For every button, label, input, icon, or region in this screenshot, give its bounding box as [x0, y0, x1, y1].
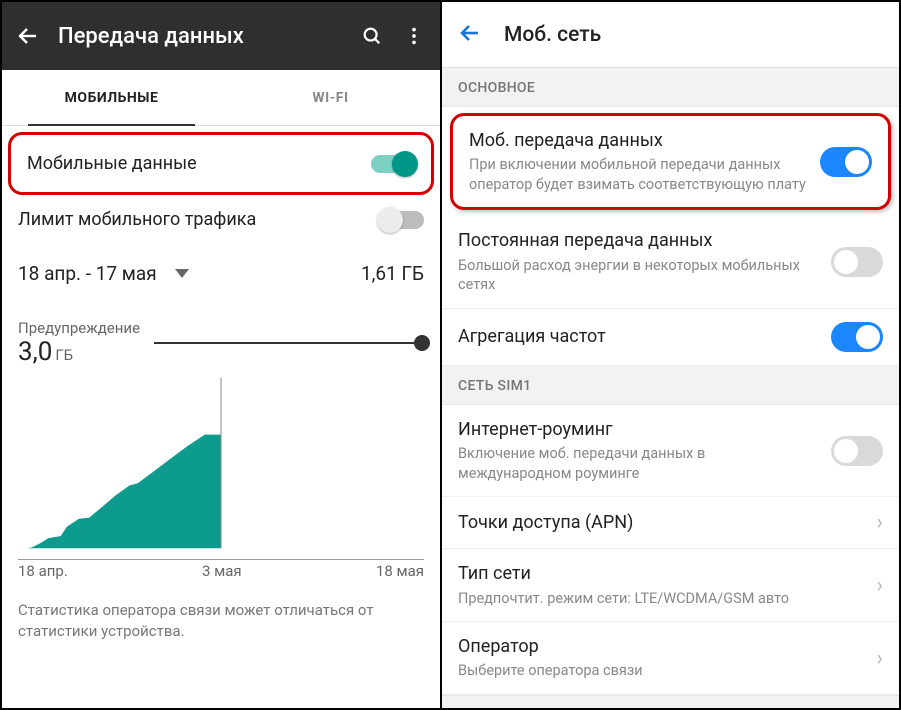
warning-value: 3,0ГБ [18, 337, 73, 367]
roaming-title: Интернет-роуминг [458, 418, 821, 442]
tab-mobile[interactable]: МОБИЛЬНЫЕ [2, 70, 221, 125]
chevron-right-icon: › [876, 510, 883, 535]
apn-title: Точки доступа (APN) [458, 511, 866, 535]
x-tick-end: 18 мая [376, 562, 424, 580]
app-bar-title: Передача данных [58, 24, 342, 49]
carrier-stats-note: Статистика оператора связи может отличат… [2, 590, 440, 656]
section-sim2-label: СЕТЬ SIM2 [442, 695, 899, 708]
warning-label: Предупреждение [18, 319, 140, 337]
warning-threshold-row[interactable]: Предупреждение 3,0ГБ [18, 305, 424, 369]
mobile-data-title: Моб. передача данных [469, 129, 810, 153]
roaming-toggle[interactable] [831, 436, 883, 466]
data-limit-label: Лимит мобильного трафика [18, 209, 380, 230]
back-arrow-icon[interactable] [458, 21, 482, 49]
mobile-data-sub: При включении мобильной передачи данных … [469, 155, 810, 194]
mobile-data-label: Мобильные данные [27, 153, 371, 174]
chart-x-axis: 18 апр. 3 мая 18 мая [18, 559, 424, 590]
x-tick-mid: 3 мая [202, 562, 242, 580]
highlight-mobile-data: Мобильные данные [8, 132, 434, 195]
row-period[interactable]: 18 апр. - 17 мая 1,61 ГБ [2, 248, 440, 301]
warning-value-number: 3,0 [18, 337, 52, 367]
nettype-sub: Предпочтит. режим сети: LTE/WCDMA/GSM ав… [458, 589, 866, 609]
left-screen: Передача данных МОБИЛЬНЫЕ WI-FI Мобильны… [2, 2, 442, 708]
operator-sub: Выберите оператора связи [458, 661, 866, 681]
usage-chart: Предупреждение 3,0ГБ 18 апр. 3 мая 18 ма… [2, 301, 440, 590]
usage-area-chart [18, 369, 424, 559]
carrier-agg-toggle[interactable] [831, 322, 883, 352]
x-tick-start: 18 апр. [18, 562, 68, 580]
row-carrier-aggregation[interactable]: Агрегация частот [442, 309, 899, 366]
warning-slider-track[interactable] [154, 342, 424, 344]
warning-value-unit: ГБ [55, 346, 73, 364]
row-network-type[interactable]: Тип сети Предпочтит. режим сети: LTE/WCD… [442, 549, 899, 622]
period-range: 18 апр. - 17 мая [18, 262, 157, 285]
row-operator[interactable]: Оператор Выберите оператора связи › [442, 622, 899, 695]
data-limit-toggle[interactable] [380, 211, 424, 229]
dropdown-icon [175, 269, 189, 278]
row-mobile-data[interactable]: Моб. передача данных При включении мобил… [453, 116, 888, 207]
tabs: МОБИЛЬНЫЕ WI-FI [2, 70, 440, 126]
search-icon[interactable] [360, 24, 384, 48]
overflow-menu-icon[interactable] [402, 24, 426, 48]
app-bar-title: Моб. сеть [504, 23, 601, 47]
carrier-agg-title: Агрегация частот [458, 325, 821, 349]
row-always-on-data[interactable]: Постоянная передача данных Большой расхо… [442, 216, 899, 308]
always-on-toggle[interactable] [831, 247, 883, 277]
row-apn[interactable]: Точки доступа (APN) › [442, 497, 899, 549]
roaming-sub: Включение моб. передачи данных в междуна… [458, 444, 821, 483]
row-roaming[interactable]: Интернет-роуминг Включение моб. передачи… [442, 405, 899, 497]
always-on-sub: Большой расход энергии в некоторых мобил… [458, 256, 821, 295]
mobile-data-toggle[interactable] [820, 147, 872, 177]
period-selector[interactable]: 18 апр. - 17 мая [18, 262, 189, 285]
row-mobile-data[interactable]: Мобильные данные [11, 135, 431, 192]
operator-title: Оператор [458, 635, 866, 659]
always-on-title: Постоянная передача данных [458, 229, 821, 253]
mobile-data-toggle[interactable] [371, 155, 415, 173]
nettype-title: Тип сети [458, 562, 866, 586]
chevron-right-icon: › [876, 646, 883, 671]
tab-wifi[interactable]: WI-FI [221, 70, 440, 125]
warning-slider-handle[interactable] [414, 335, 430, 351]
app-bar: Передача данных [2, 2, 440, 70]
chevron-right-icon: › [876, 573, 883, 598]
app-bar: Моб. сеть [442, 2, 899, 68]
right-screen: Моб. сеть ОСНОВНОЕ Моб. передача данных … [442, 2, 899, 708]
back-arrow-icon[interactable] [16, 24, 40, 48]
period-total: 1,61 ГБ [361, 262, 424, 285]
row-data-limit[interactable]: Лимит мобильного трафика [2, 199, 440, 248]
section-main-label: ОСНОВНОЕ [442, 68, 899, 107]
section-sim1-label: СЕТЬ SIM1 [442, 366, 899, 405]
highlight-mobile-data: Моб. передача данных При включении мобил… [450, 113, 891, 210]
